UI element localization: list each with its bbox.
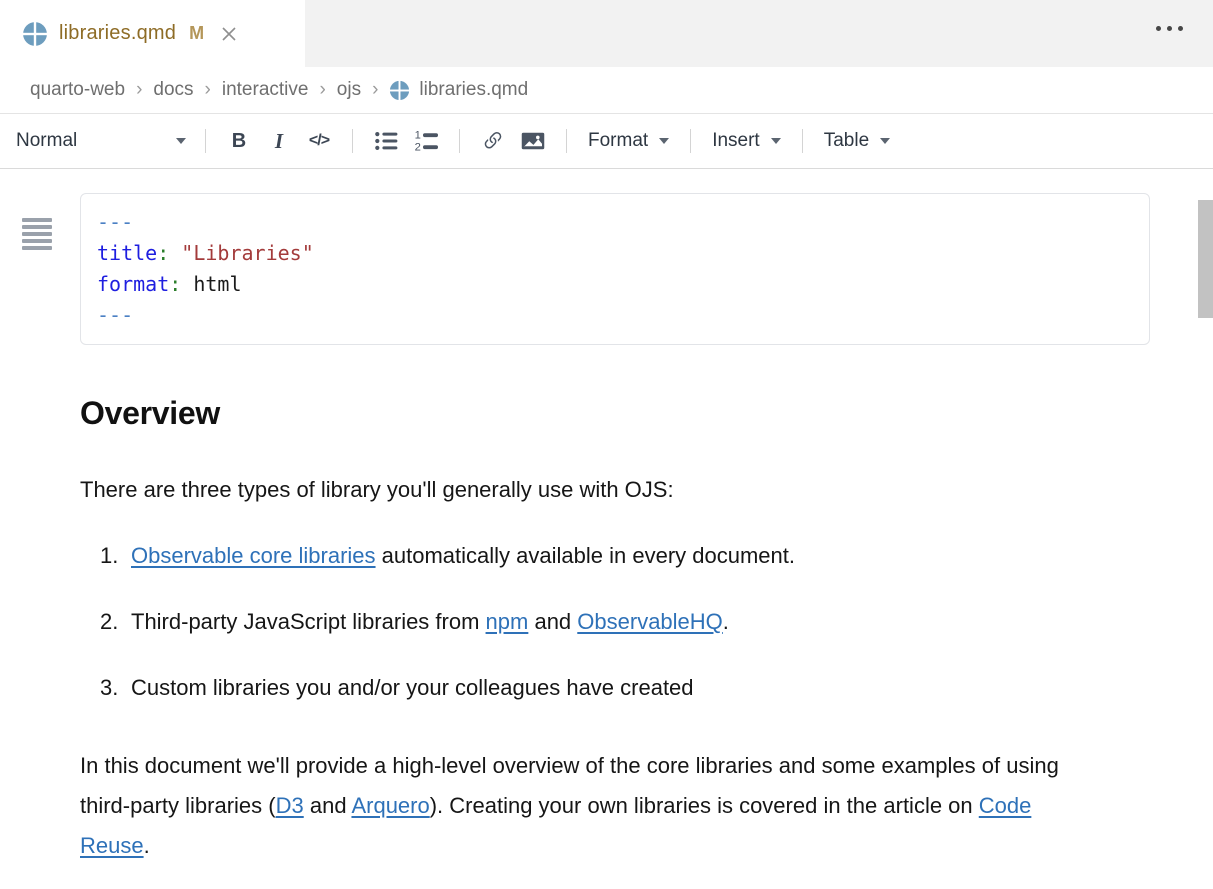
- chevron-down-icon: [880, 138, 890, 144]
- format-menu-label: Format: [588, 130, 648, 152]
- vertical-scrollbar[interactable]: [1198, 200, 1213, 318]
- table-menu-label: Table: [824, 130, 869, 152]
- breadcrumb-item-file[interactable]: libraries.qmd: [389, 79, 528, 101]
- bullet-list-button[interactable]: [366, 122, 406, 160]
- tab-title: libraries.qmd: [59, 22, 176, 45]
- svg-text:1: 1: [415, 130, 421, 142]
- bold-button[interactable]: B: [219, 122, 259, 160]
- chevron-right-icon: ›: [319, 79, 325, 101]
- link-observable-core-libraries[interactable]: Observable core libraries: [131, 543, 376, 568]
- quarto-logo-icon: [22, 21, 48, 47]
- list-item-text: Third-party JavaScript libraries from np…: [131, 608, 729, 636]
- list-item-number: 1.: [100, 542, 131, 570]
- formatting-toolbar: Normal B I </> 1 2: [0, 114, 1213, 169]
- format-menu[interactable]: Format: [580, 130, 677, 152]
- yaml-delimiter: ---: [97, 303, 133, 327]
- chevron-down-icon: [176, 138, 186, 144]
- toolbar-divider: [802, 129, 803, 153]
- breadcrumb-item-ojs[interactable]: ojs: [337, 79, 361, 101]
- visual-editor-window: libraries.qmd M quarto-web › docs › inte…: [0, 0, 1213, 889]
- tab-libraries-qmd[interactable]: libraries.qmd M: [0, 0, 305, 67]
- numbered-list-button[interactable]: 1 2: [406, 122, 446, 160]
- numbered-list-icon: 1 2: [414, 129, 438, 153]
- document-heading: Overview: [80, 395, 1133, 432]
- intro-paragraph: There are three types of library you'll …: [80, 476, 1133, 504]
- breadcrumb: quarto-web › docs › interactive › ojs › …: [0, 67, 1213, 114]
- list-item-text: Custom libraries you and/or your colleag…: [131, 674, 694, 702]
- toolbar-divider: [690, 129, 691, 153]
- yaml-value-format: html: [181, 272, 241, 296]
- yaml-line: title: "Libraries": [97, 238, 1133, 269]
- list-item: 3. Custom libraries you and/or your coll…: [100, 674, 1133, 702]
- block-drag-handle-icon[interactable]: [22, 218, 52, 253]
- paragraph-style-value: Normal: [16, 130, 77, 152]
- italic-button[interactable]: I: [259, 122, 299, 160]
- yaml-line: ---: [97, 207, 1133, 238]
- link-button[interactable]: [473, 122, 513, 160]
- chevron-right-icon: ›: [372, 79, 378, 101]
- link-arquero[interactable]: Arquero: [351, 793, 429, 818]
- insert-menu[interactable]: Insert: [704, 130, 789, 152]
- link-d3[interactable]: D3: [276, 793, 304, 818]
- breadcrumb-file-label: libraries.qmd: [419, 79, 528, 101]
- chevron-right-icon: ›: [136, 79, 142, 101]
- svg-text:2: 2: [415, 142, 421, 153]
- table-menu[interactable]: Table: [816, 130, 898, 152]
- toolbar-divider: [566, 129, 567, 153]
- list-item-text: Observable core libraries automatically …: [131, 542, 795, 570]
- link-npm[interactable]: npm: [486, 609, 529, 634]
- chevron-down-icon: [771, 138, 781, 144]
- close-icon[interactable]: [221, 26, 237, 42]
- list-item: 2. Third-party JavaScript libraries from…: [100, 608, 1133, 636]
- yaml-line: ---: [97, 300, 1133, 331]
- yaml-value-title: "Libraries": [169, 241, 314, 265]
- link-icon: [481, 129, 505, 153]
- yaml-key-title: title: [97, 241, 157, 265]
- more-actions-icon[interactable]: [1156, 26, 1183, 31]
- code-button[interactable]: </>: [299, 122, 339, 160]
- yaml-key-format: format: [97, 272, 169, 296]
- breadcrumb-item-quarto-web[interactable]: quarto-web: [30, 79, 125, 101]
- paragraph-style-select[interactable]: Normal: [14, 130, 192, 152]
- image-button[interactable]: [513, 122, 553, 160]
- yaml-delimiter: ---: [97, 210, 133, 234]
- yaml-front-matter-block[interactable]: --- title: "Libraries" format: html ---: [80, 193, 1150, 345]
- toolbar-divider: [352, 129, 353, 153]
- bullet-list-icon: [374, 129, 398, 153]
- tab-strip-empty: [305, 0, 1213, 67]
- yaml-line: format: html: [97, 269, 1133, 300]
- editor-canvas[interactable]: --- title: "Libraries" format: html --- …: [0, 193, 1213, 889]
- tab-bar: libraries.qmd M: [0, 0, 1213, 67]
- numbered-list: 1. Observable core libraries automatical…: [0, 542, 1213, 702]
- list-item-number: 2.: [100, 608, 131, 636]
- link-observablehq[interactable]: ObservableHQ: [577, 609, 723, 634]
- toolbar-divider: [205, 129, 206, 153]
- list-item: 1. Observable core libraries automatical…: [100, 542, 1133, 570]
- image-icon: [521, 129, 545, 153]
- toolbar-divider: [459, 129, 460, 153]
- quarto-logo-icon: [389, 80, 410, 101]
- modified-badge: M: [189, 23, 204, 44]
- breadcrumb-item-interactive[interactable]: interactive: [222, 79, 309, 101]
- insert-menu-label: Insert: [712, 130, 760, 152]
- breadcrumb-item-docs[interactable]: docs: [153, 79, 193, 101]
- chevron-right-icon: ›: [205, 79, 211, 101]
- outro-paragraph: In this document we'll provide a high-le…: [80, 746, 1095, 866]
- chevron-down-icon: [659, 138, 669, 144]
- list-item-number: 3.: [100, 674, 131, 702]
